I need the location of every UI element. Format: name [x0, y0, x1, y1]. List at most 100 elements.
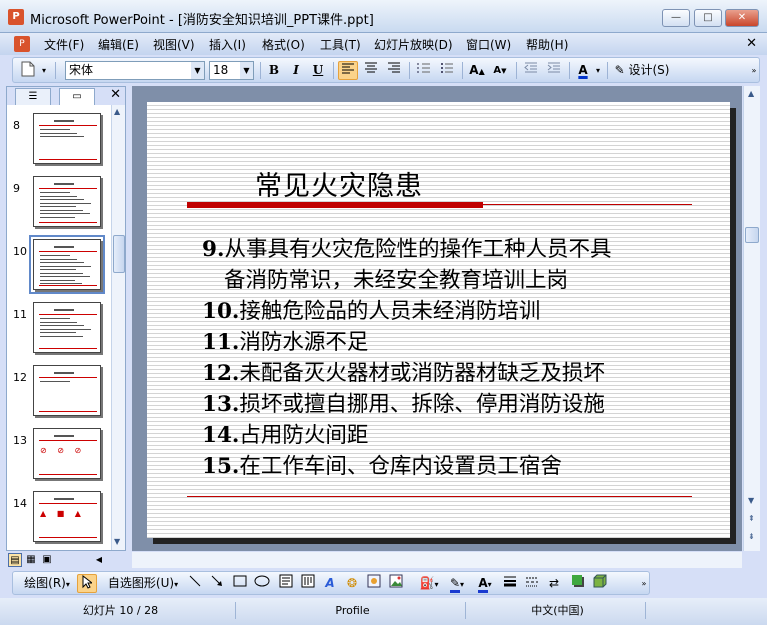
new-document-icon[interactable]	[19, 61, 37, 80]
autoshapes-button[interactable]: 自选图形(U)▾	[103, 574, 183, 593]
draw-menu-button[interactable]: 绘图(R)▾	[19, 574, 75, 593]
decrease-indent-button[interactable]	[521, 61, 541, 80]
bullet-number: 10.	[202, 299, 240, 324]
menu-tools[interactable]: 工具(T)	[320, 36, 361, 53]
line-color-button[interactable]: ✎▾	[445, 574, 469, 593]
3d-style-icon[interactable]	[591, 574, 609, 593]
pane-close-icon[interactable]: ✕	[110, 87, 121, 102]
insert-picture-icon[interactable]	[387, 574, 405, 593]
rectangle-tool-button[interactable]	[231, 574, 249, 593]
shadow-glyph	[572, 575, 584, 587]
chevron-down-icon[interactable]: ▼	[191, 62, 204, 79]
chevron-down-icon[interactable]: ▼	[240, 62, 253, 79]
italic-button[interactable]: I	[287, 61, 305, 80]
slideshow-view-icon[interactable]: ▣	[40, 553, 54, 567]
bullet-continuation: 备消防常识，未经安全教育培训上岗	[224, 268, 569, 293]
slide-thumbnail[interactable]	[33, 302, 101, 353]
design-button[interactable]: ✎ 设计(S)	[611, 61, 671, 80]
chevron-down-icon[interactable]: ▾	[593, 61, 603, 80]
powerpoint-app-icon[interactable]: P	[8, 9, 24, 25]
font-name-select[interactable]: 宋体 ▼	[65, 61, 205, 80]
toolbar-options-icon[interactable]: »	[639, 574, 649, 593]
menu-format[interactable]: 格式(O)	[262, 36, 305, 53]
slide-thumbnail[interactable]	[33, 113, 101, 164]
menu-window[interactable]: 窗口(W)	[466, 36, 511, 53]
scroll-thumb[interactable]	[745, 227, 759, 243]
align-left-button[interactable]	[338, 61, 358, 80]
bullets-button[interactable]	[437, 61, 457, 80]
horizontal-scrollbar[interactable]	[132, 552, 742, 568]
current-slide[interactable]: 常见火灾隐患 9.从事具有火灾危险性的操作工种人员不具 备消防常识，未经安全教育培…	[147, 102, 730, 538]
shadow-style-icon[interactable]	[569, 574, 587, 593]
slide-thumbnail-row[interactable]: 9	[7, 174, 111, 234]
line-style-icon[interactable]	[501, 574, 519, 593]
increase-font-button[interactable]: A▲	[467, 61, 487, 80]
menu-slideshow[interactable]: 幻灯片放映(D)	[374, 36, 453, 53]
bold-button[interactable]: B	[265, 61, 283, 80]
arrow-style-icon[interactable]: ⇄	[545, 574, 563, 593]
select-objects-button[interactable]	[77, 574, 97, 593]
slide-thumbnail-row[interactable]: 10	[7, 235, 111, 297]
underline-button[interactable]: U	[309, 61, 327, 80]
slide-title[interactable]: 常见火灾隐患	[255, 164, 423, 203]
slide-thumbnail[interactable]	[33, 176, 101, 227]
diagram-icon[interactable]: ❂	[343, 574, 361, 593]
fill-color-button[interactable]: ⛽▾	[417, 574, 441, 593]
align-right-button[interactable]	[384, 61, 404, 80]
slide-thumbnail[interactable]: ▲ ■ ▲	[33, 491, 101, 542]
menu-help[interactable]: 帮助(H)	[526, 36, 568, 53]
textbox-icon	[279, 574, 293, 588]
dash-style-icon[interactable]	[523, 574, 541, 593]
slide-thumbnail[interactable]	[33, 365, 101, 416]
slide-sorter-view-icon[interactable]: ▦	[24, 553, 38, 567]
slide-thumbnail-row[interactable]: 14 ▲ ■ ▲	[7, 489, 111, 549]
draw-font-color-button[interactable]: A▾	[473, 574, 497, 593]
normal-view-icon[interactable]: ▤	[8, 553, 22, 567]
textbox-tool-button[interactable]	[277, 574, 295, 593]
oval-tool-button[interactable]	[253, 574, 271, 593]
wordart-icon[interactable]: A	[321, 574, 339, 593]
minimize-button[interactable]: —	[662, 9, 690, 27]
tab-slides[interactable]: ▭	[59, 88, 95, 105]
document-icon[interactable]: P	[14, 36, 30, 52]
tab-outline[interactable]: ☰	[15, 88, 51, 105]
scroll-down-icon[interactable]: ▼	[114, 537, 120, 546]
increase-indent-button[interactable]	[544, 61, 564, 80]
menu-view[interactable]: 视图(V)	[153, 36, 195, 53]
menu-file[interactable]: 文件(F)	[44, 36, 84, 53]
slide-body-text[interactable]: 9.从事具有火灾危险性的操作工种人员不具 备消防常识，未经安全教育培训上岗 10.接…	[202, 234, 702, 482]
slide-thumbnail[interactable]	[29, 235, 105, 294]
slide-thumbnail[interactable]: ⊘ ⊘ ⊘	[33, 428, 101, 479]
line-tool-button[interactable]	[187, 574, 203, 593]
scroll-left-icon[interactable]: ◀	[92, 553, 106, 567]
align-center-button[interactable]	[361, 61, 381, 80]
scroll-up-icon[interactable]: ▲	[748, 89, 754, 98]
slide-thumbnail-row[interactable]: 11	[7, 300, 111, 360]
menu-insert[interactable]: 插入(I)	[209, 36, 246, 53]
previous-slide-icon[interactable]: ⇞	[748, 514, 755, 523]
slide-thumbnail-row[interactable]: 13 ⊘ ⊘ ⊘	[7, 426, 111, 486]
clipart-icon[interactable]	[365, 574, 383, 593]
close-window-button[interactable]: ✕	[725, 9, 759, 27]
increase-font-icon: A	[469, 63, 479, 77]
arrow-tool-button[interactable]	[209, 574, 225, 593]
slide-thumbnail-row[interactable]: 8	[7, 111, 111, 171]
maximize-button[interactable]: □	[694, 9, 722, 27]
slide-scrollbar[interactable]: ▲ ▼ ⇞ ⇟	[743, 86, 760, 551]
document-close-icon[interactable]: ✕	[746, 36, 757, 51]
scroll-up-icon[interactable]: ▲	[114, 107, 120, 116]
font-color-button[interactable]: A	[574, 61, 592, 80]
chevron-down-icon[interactable]: ▾	[39, 61, 49, 80]
scroll-down-icon[interactable]: ▼	[748, 496, 754, 505]
toolbar-options-icon[interactable]: »	[749, 61, 759, 80]
font-size-select[interactable]: 18 ▼	[209, 61, 254, 80]
next-slide-icon[interactable]: ⇟	[748, 532, 755, 541]
thumbnail-scrollbar[interactable]: ▲ ▼	[111, 105, 125, 550]
numbering-button[interactable]	[414, 61, 434, 80]
menu-edit[interactable]: 编辑(E)	[98, 36, 139, 53]
bullet-text: 损坏或擅自挪用、拆除、停用消防设施	[239, 392, 605, 417]
decrease-font-button[interactable]: A▼	[490, 61, 510, 80]
slide-thumbnail-row[interactable]: 12	[7, 363, 111, 423]
vertical-textbox-button[interactable]	[299, 574, 317, 593]
scroll-thumb[interactable]	[113, 235, 125, 273]
